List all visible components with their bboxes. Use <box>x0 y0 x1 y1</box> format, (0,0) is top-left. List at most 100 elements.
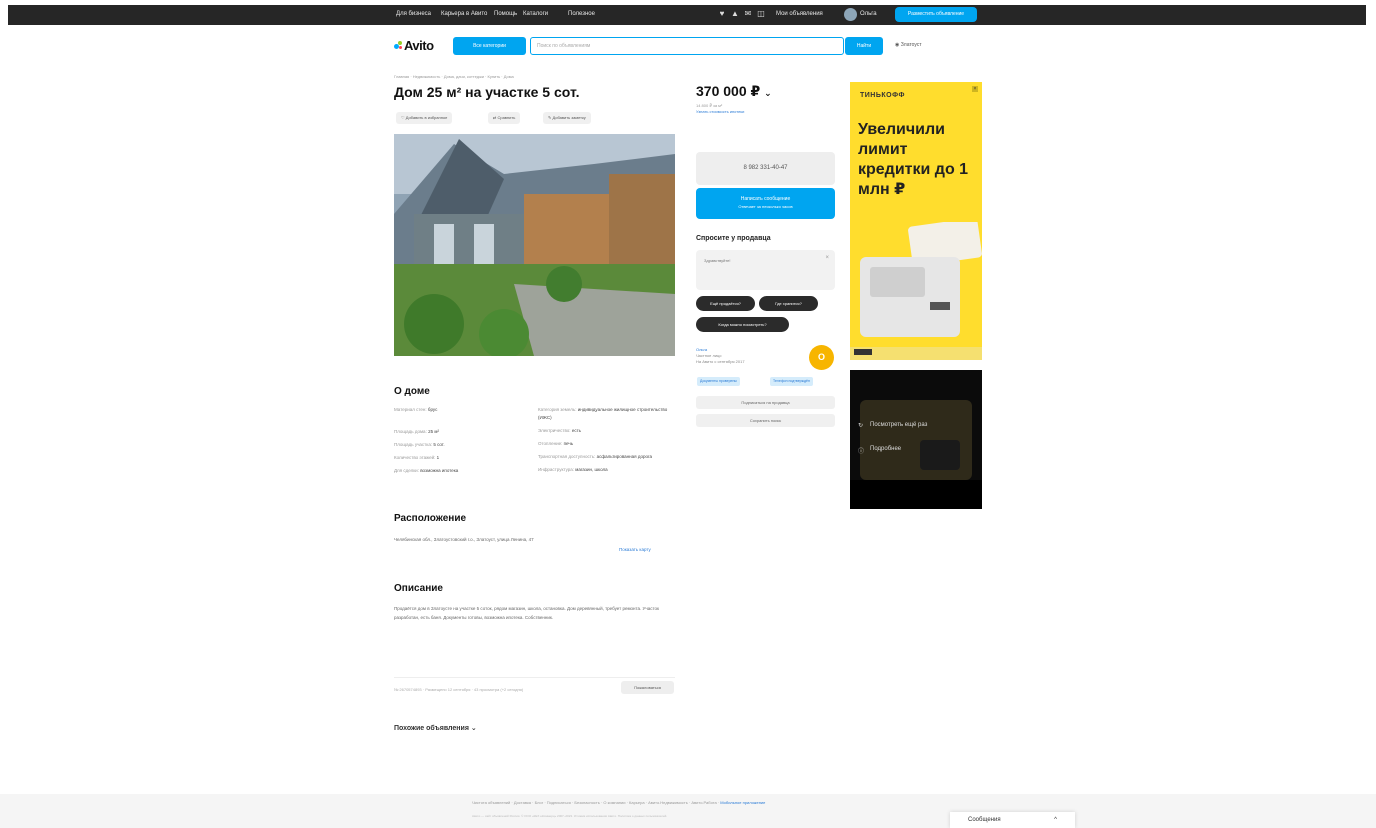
footer: Чистота объявлений · Доставка · Блог · П… <box>0 794 1376 828</box>
listing-stats: № 2670574893 · Размещено 12 сентября · 4… <box>394 687 524 692</box>
ask-seller-input[interactable]: Здравствуйте! × <box>696 250 835 290</box>
avito-logo[interactable]: Avito <box>394 38 434 53</box>
video-ad-banner[interactable]: ↻ Посмотреть ещё раз ⓘ Подробнее <box>850 370 982 509</box>
add-favorite-button[interactable]: ♡ Добавить в избранное <box>396 112 453 124</box>
footer-link[interactable]: Чистота объявлений <box>472 800 510 805</box>
address-text: Челябинская обл., Златоустовский г.о., З… <box>394 537 534 542</box>
param-key: Для сделки: <box>394 468 419 473</box>
footer-link[interactable]: Авито.Недвижимость <box>648 800 688 805</box>
heart-icon[interactable]: ♥ <box>718 10 726 18</box>
messenger-label: Сообщения <box>968 817 1001 823</box>
categories-button[interactable]: Все категории <box>453 37 526 55</box>
message-icon[interactable]: ✉ <box>744 10 752 18</box>
close-icon[interactable]: × <box>972 86 978 92</box>
replay-icon[interactable]: ↻ <box>858 422 863 429</box>
ad-brand: ТИНЬКОФФ <box>860 92 905 99</box>
avatar[interactable] <box>844 8 857 21</box>
chevron-up-icon[interactable]: ^ <box>1054 812 1057 828</box>
topbar-link-catalogs[interactable]: Каталоги <box>523 11 548 17</box>
description-text: Продаётся дом в Златоусте на участке 5 с… <box>394 606 659 620</box>
footer-link[interactable]: Авито.Работа <box>691 800 716 805</box>
breadcrumb[interactable]: Главная · Недвижимость · Дома, дачи, кот… <box>394 74 514 79</box>
credit-card-illustration <box>850 222 982 360</box>
video-replay-label[interactable]: Посмотреть ещё раз <box>870 422 927 428</box>
location-label: Златоуст <box>900 42 922 48</box>
price-value: 370 000 ₽ <box>696 83 761 99</box>
bell-icon[interactable]: ▲ <box>731 10 739 18</box>
listing-photo[interactable] <box>394 134 675 356</box>
param-key: Отопление: <box>538 441 563 446</box>
topbar-link-useful[interactable]: Полезное <box>568 11 595 17</box>
profile-name[interactable]: Ольга <box>860 11 877 17</box>
add-note-label: Добавить заметку <box>552 115 586 120</box>
messenger-widget[interactable]: Сообщения ^ <box>950 812 1075 828</box>
topbar-link-business[interactable]: Для бизнеса <box>396 11 431 17</box>
post-ad-button[interactable]: Разместить объявление <box>895 7 977 22</box>
about-params-right: Категория земель: индивидуальное жилищно… <box>538 406 678 474</box>
description-heading: Описание <box>394 583 443 594</box>
footer-link[interactable]: О компании <box>603 800 625 805</box>
param-row: Материал стен: брус <box>394 406 529 414</box>
compare-label: Сравнить <box>497 115 516 120</box>
reply-time-label: Отвечает за несколько часов <box>738 204 793 209</box>
quick-question-chip[interactable]: Где хранится? <box>759 296 818 311</box>
search-input[interactable]: Поиск по объявлениям <box>530 37 844 55</box>
my-ads-link[interactable]: Мои объявления <box>776 11 823 17</box>
find-button[interactable]: Найти <box>845 37 883 55</box>
ask-seller-placeholder: Здравствуйте! <box>704 258 731 263</box>
close-icon[interactable]: × <box>825 255 829 261</box>
param-row: Количество этажей: 1 <box>394 454 529 462</box>
param-row: Для сделки: возможна ипотека <box>394 467 529 475</box>
param-row: Площадь дома: 25 м² <box>394 428 529 436</box>
topbar-link-help[interactable]: Помощь <box>494 11 517 17</box>
param-value: печь <box>563 441 574 446</box>
complain-button[interactable]: Пожаловаться <box>621 681 674 694</box>
footer-link[interactable]: Карьера <box>629 800 645 805</box>
tinkoff-ad-banner[interactable]: ТИНЬКОФФ × Увеличили лимит кредитки до 1… <box>850 82 982 360</box>
param-key: Материал стен: <box>394 407 427 412</box>
save-search-button[interactable]: Сохранить поиск <box>696 414 835 427</box>
mortgage-link[interactable]: Узнать стоимость ипотеки <box>696 109 744 114</box>
similar-listings-toggle[interactable]: Похожие объявления ⌄ <box>394 724 477 732</box>
about-params-left: Материал стен: брус Площадь дома: 25 м² … <box>394 406 529 475</box>
quick-question-chip[interactable]: Ещё продаётся? <box>696 296 755 311</box>
video-more-label[interactable]: Подробнее <box>870 446 901 452</box>
seller-avatar[interactable]: О <box>809 345 834 370</box>
footer-link[interactable]: Подписаться <box>547 800 571 805</box>
param-value: 25 м² <box>428 429 439 434</box>
show-phone-button[interactable]: 8 982 331-40-47 <box>696 152 835 185</box>
price: 370 000 ₽ ⌄ <box>696 83 772 100</box>
about-house-heading: О доме <box>394 386 430 397</box>
param-value: магазин, школа <box>575 467 608 472</box>
info-icon[interactable]: ⓘ <box>858 446 864 455</box>
param-row: Категория земель: индивидуальное жилищно… <box>538 406 678 422</box>
param-key: Площадь дома: <box>394 429 427 434</box>
footer-link[interactable]: Доставка <box>514 800 531 805</box>
param-key: Количество этажей: <box>394 455 436 460</box>
footer-link[interactable]: Блог <box>535 800 544 805</box>
house-photo-image <box>394 134 675 356</box>
show-map-link[interactable]: Показать карту <box>619 547 651 552</box>
add-favorite-label: Добавить в избранное <box>405 115 448 120</box>
subscribe-seller-button[interactable]: Подписаться на продавца <box>696 396 835 409</box>
ad-headline: Увеличили лимит кредитки до 1 млн ₽ <box>858 121 969 198</box>
avito-logo-text: Avito <box>404 38 434 53</box>
seller-badge: Документы проверены <box>697 377 740 386</box>
write-message-button[interactable]: Написать сообщение Отвечает за несколько… <box>696 188 835 219</box>
compare-button[interactable]: ⇄ Сравнить <box>488 112 521 124</box>
top-navigation-bar: Для бизнеса Карьера в Авито Помощь Катал… <box>8 5 1366 25</box>
chevron-down-icon[interactable]: ⌄ <box>764 88 772 98</box>
topbar-link-career[interactable]: Карьера в Авито <box>441 11 487 17</box>
param-value: есть <box>571 428 581 433</box>
param-row: Электричество: есть <box>538 427 678 435</box>
add-note-button[interactable]: ✎ Добавить заметку <box>543 112 591 124</box>
cart-icon[interactable]: ◫ <box>757 10 765 18</box>
mobile-app-link[interactable]: Мобильное приложение <box>720 800 765 805</box>
quick-question-chip[interactable]: Когда можно посмотреть? <box>696 317 789 332</box>
seller-since: На Авито с сентября 2017 <box>696 359 745 364</box>
write-message-label: Написать сообщение <box>740 196 791 202</box>
divider <box>394 677 675 678</box>
param-key: Транспортная доступность: <box>538 454 596 459</box>
location-selector[interactable]: ◉ Златоуст <box>895 42 922 48</box>
footer-link[interactable]: Безопасность <box>574 800 600 805</box>
